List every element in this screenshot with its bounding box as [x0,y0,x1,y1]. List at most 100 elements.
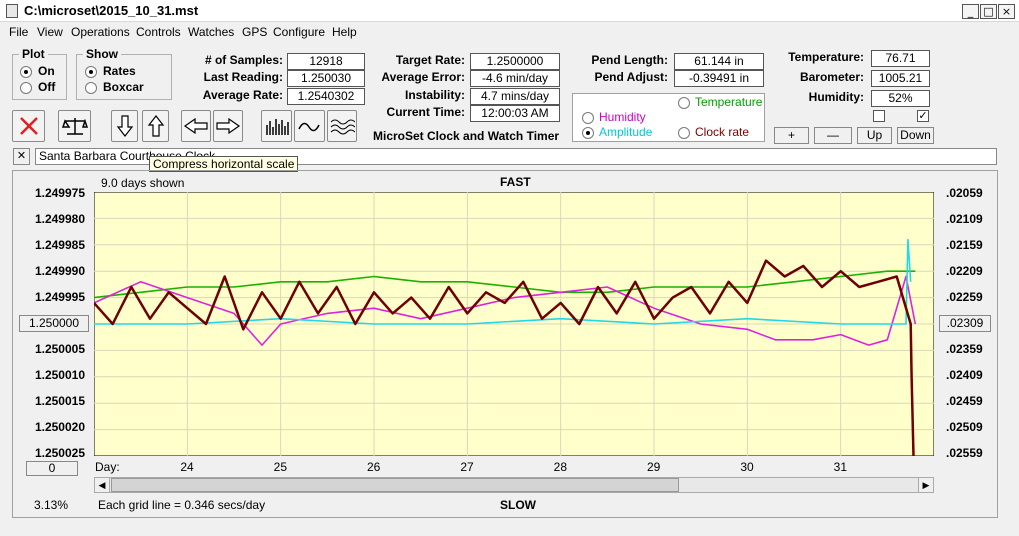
y-left-tick: 1.250010 [34,368,85,382]
barometer-value: 1005.21 [871,70,930,87]
humidity-label: Humidity: [808,90,864,104]
checkbox-left[interactable] [873,110,885,122]
pend-length-value: 61.144 in [674,53,764,70]
x-tick-label: 31 [833,460,848,474]
average-error-label: Average Error: [381,70,465,84]
arrow-right-icon [216,117,241,135]
horizontal-scrollbar[interactable]: ◀ ▶ [94,477,934,493]
fast-label: FAST [500,175,531,189]
arrow-right-button[interactable] [213,110,243,142]
plot-off-label: Off [38,80,56,94]
menu-configure[interactable]: Configure [273,25,325,39]
amplitude-option-label: Amplitude [599,125,653,139]
x-tick-label: 24 [180,460,194,474]
title-bar: C:\microset\2015_10_31.mst _ □ × [0,0,1019,22]
rates-radio[interactable] [85,66,97,78]
days-shown-label: 9.0 days shown [101,176,185,190]
x-tick-label: 27 [460,460,474,474]
close-button[interactable]: × [998,4,1015,19]
y-right-tick: .02109 [946,212,983,226]
plus-button[interactable]: + [774,127,809,144]
multi-wave-view-button[interactable] [327,110,357,142]
app-icon [6,4,18,18]
down-button[interactable]: Down [897,127,934,144]
scrollbar-thumb[interactable] [111,478,679,492]
y-right-tick: .02059 [946,186,983,200]
x-tick-label: 30 [740,460,754,474]
temperature-radio[interactable] [678,97,690,109]
multi-wave-icon [330,119,355,135]
up-button[interactable]: Up [857,127,892,144]
maximize-button[interactable]: □ [980,4,997,19]
grid-note: Each grid line = 0.346 secs/day [98,498,266,512]
percent-label: 3.13% [34,498,69,512]
wave-view-button[interactable] [294,110,325,142]
y-right-tick: .02459 [946,394,983,408]
menu-controls[interactable]: Controls [136,25,181,39]
balance-button[interactable] [58,110,91,142]
y-right-tick: .02259 [946,290,983,304]
arrow-up-icon [147,115,164,137]
humidity-option-label: Humidity [599,110,646,124]
plot-off-radio[interactable] [20,82,32,94]
clock-rate-radio[interactable] [678,127,690,139]
menu-view[interactable]: View [37,25,63,39]
current-time-value: 12:00:03 AM [470,105,560,122]
show-group: Show Rates Boxcar [76,47,172,100]
humidity-radio[interactable] [582,112,594,124]
target-rate-label: Target Rate: [395,53,465,67]
menu-file[interactable]: File [9,25,28,39]
y-right-tick: .02209 [946,264,983,278]
samples-value: 12918 [287,53,365,70]
y-right-tick: .02559 [946,446,983,460]
average-error-value: -4.6 min/day [470,70,560,87]
right-baseline-button[interactable]: .02309 [939,315,991,332]
baseline-button[interactable]: 1.250000 [19,315,89,332]
minus-button[interactable]: — [814,127,852,144]
y-right-tick: .02409 [946,368,983,382]
day-label: Day: [95,460,120,474]
temperature-option-label: Temperature [695,95,763,109]
x-tick-label: 28 [553,460,568,474]
bars-view-button[interactable] [261,110,292,142]
plot-on-radio[interactable] [20,66,32,78]
menu-gps[interactable]: GPS [242,25,267,39]
y-left-tick: 1.250025 [34,446,85,460]
close-x-icon [19,117,38,135]
pend-adjust-label: Pend Adjust: [594,70,668,84]
plot-group-title: Plot [19,47,48,61]
arrow-left-button[interactable] [181,110,211,142]
y-left-tick: 1.249980 [34,212,85,226]
amplitude-radio[interactable] [582,127,594,139]
x-tick-label: 26 [367,460,381,474]
show-group-title: Show [83,47,121,61]
current-time-label: Current Time: [386,105,465,119]
menu-operations[interactable]: Operations [71,25,130,39]
average-rate-label: Average Rate: [202,88,283,102]
sensor-panel: Temperature Humidity Amplitude Clock rat… [572,93,765,142]
scroll-left-arrow-icon[interactable]: ◀ [95,478,110,492]
minimize-button[interactable]: _ [962,4,979,19]
y-left-tick: 1.249975 [34,186,85,200]
y-left-tick: 1.249995 [34,290,85,304]
scroll-right-arrow-icon[interactable]: ▶ [918,478,933,492]
slow-label: SLOW [500,498,536,512]
clear-watch-button[interactable]: ✕ [13,148,30,165]
close-x-button[interactable] [12,110,45,142]
x-tick-label: 25 [273,460,288,474]
arrow-down-button[interactable] [111,110,138,142]
y-right-tick: .02359 [946,342,983,356]
arrow-up-button[interactable] [142,110,169,142]
window-title: C:\microset\2015_10_31.mst [24,3,199,18]
menu-help[interactable]: Help [332,25,357,39]
zero-button[interactable]: 0 [26,461,78,476]
boxcar-radio[interactable] [85,82,97,94]
x-tick-label: 29 [647,460,661,474]
plot-on-label: On [38,64,55,78]
y-left-tick: 1.249990 [34,264,85,278]
menu-watches[interactable]: Watches [188,25,234,39]
arrow-left-icon [183,117,208,135]
pend-length-label: Pend Length: [591,53,668,67]
checkbox-right[interactable]: ✓ [917,110,929,122]
pend-adjust-value: -0.39491 in [674,70,764,87]
